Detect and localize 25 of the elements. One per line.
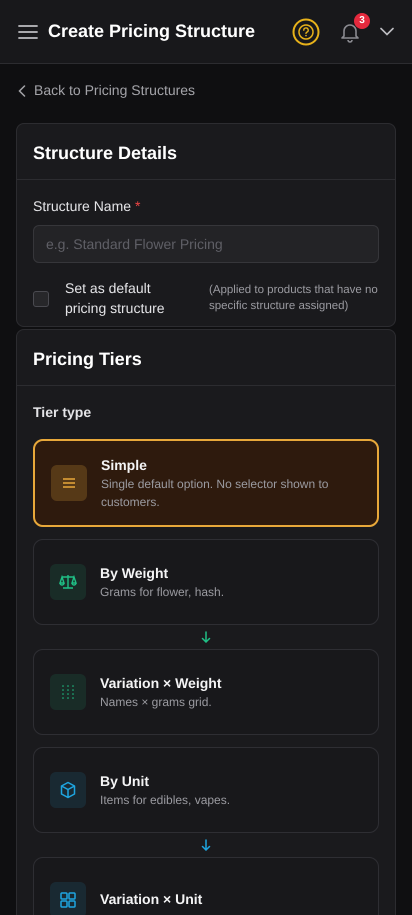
checkbox-hint: (Applied to products that have no specific structure assigned) [209,283,379,314]
tier-option[interactable]: Variation × Weight Names × grams grid. [33,648,379,735]
default-checkbox[interactable] [33,290,49,307]
help-icon[interactable] [292,18,320,46]
card-title: Structure Details [17,124,395,180]
checkbox-label[interactable]: Set as default pricing structure [65,279,193,318]
chevron-left-icon [18,84,26,96]
grid-icon [50,882,86,915]
tier-option[interactable]: Variation × Unit [33,856,379,915]
tier-option[interactable]: By Weight Grams for flower, hash. [33,538,379,625]
cube-icon [50,772,86,808]
tier-option[interactable]: Simple Single default option. No selector shown to customers. [33,439,379,527]
card-title: Pricing Tiers [17,330,395,386]
page-title: Create Pricing Structure [48,20,256,43]
name-input-field[interactable]: e.g. Standard Flower Pricing [33,225,379,263]
scale-icon [50,564,86,600]
back-link[interactable]: Back to Pricing Structures [18,80,196,101]
field-label: Tier type [33,403,92,422]
notification-badge: 3 [354,12,370,28]
tier-option[interactable]: By Unit Items for edibles, vapes. [33,746,379,833]
dot-grid-icon [50,674,86,710]
menu-lines-icon [51,465,87,502]
chevron-down-icon[interactable] [380,27,394,36]
menu-icon[interactable] [18,24,38,40]
field-label: Structure Name * [33,197,142,216]
